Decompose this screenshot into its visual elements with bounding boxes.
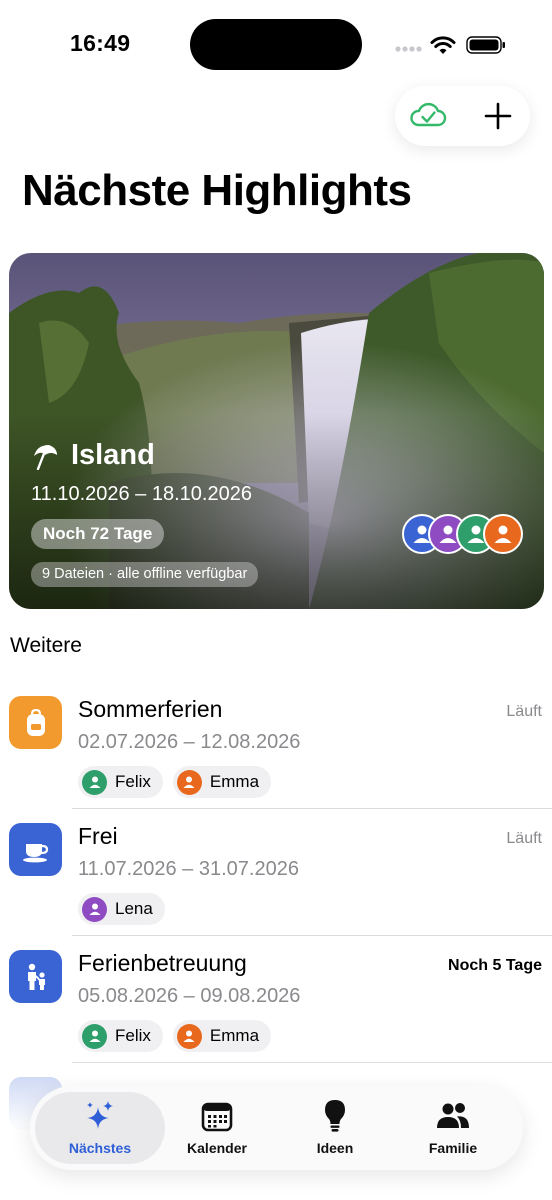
person-name: Felix: [115, 1026, 151, 1045]
avatar: [176, 1023, 202, 1049]
people-icon: [437, 1103, 469, 1128]
tab-label: Nächstes: [68, 1140, 132, 1156]
tab-label: Familie: [428, 1140, 478, 1156]
event-status: Noch 5 Tage: [448, 957, 542, 974]
featured-title-row: Island: [31, 439, 155, 472]
list-item[interactable]: Sommerferien 02.07.2026 – 12.08.2026 Läu…: [0, 682, 552, 809]
avatar: [483, 514, 523, 554]
tab-familie[interactable]: Familie: [394, 1086, 512, 1170]
beach-umbrella-icon: [34, 444, 57, 470]
status-bar: 16:49: [0, 0, 552, 90]
event-icon-tile: [9, 696, 62, 749]
participant-avatars[interactable]: [402, 514, 524, 554]
battery-icon: [466, 36, 505, 54]
person-chip[interactable]: Lena: [78, 893, 165, 925]
featured-trip-card[interactable]: Island 11.10.2026 – 18.10.2026 Noch 72 T…: [9, 253, 544, 609]
tab-label: Kalender: [187, 1140, 247, 1156]
dynamic-island: [190, 19, 362, 70]
person-icon: [89, 1030, 100, 1042]
event-dates: 11.07.2026 – 31.07.2026: [78, 858, 299, 880]
event-icon-tile: [9, 823, 62, 876]
avatar: [82, 896, 107, 922]
page-title: Nächste Highlights: [22, 166, 412, 215]
list-item[interactable]: Frei 11.07.2026 – 31.07.2026 Läuft Lena: [0, 809, 552, 936]
person-name: Lena: [115, 899, 153, 918]
person-icon: [494, 525, 512, 543]
tab-bar: Nächstes Kalender Ideen Familie: [30, 1086, 523, 1170]
event-title: Frei: [78, 823, 118, 849]
list-item[interactable]: Ferienbetreuung 05.08.2026 – 09.08.2026 …: [0, 936, 552, 1063]
event-status: Läuft: [506, 703, 542, 720]
tab-naechstes[interactable]: Nächstes: [41, 1086, 159, 1170]
signal-icon: [395, 46, 422, 52]
person-chip[interactable]: Felix: [78, 1020, 163, 1052]
lightbulb-icon: [325, 1100, 345, 1132]
avatar: [82, 1023, 107, 1049]
sparkles-icon: [87, 1101, 113, 1129]
files-status-badge: 9 Dateien · alle offline verfügbar: [31, 562, 259, 587]
tab-kalender[interactable]: Kalender: [158, 1086, 276, 1170]
event-icon-tile: [9, 950, 62, 1003]
event-dates: 02.07.2026 – 12.08.2026: [78, 731, 301, 753]
divider: [72, 1062, 552, 1063]
person-name: Emma: [209, 772, 260, 791]
person-chip[interactable]: Emma: [172, 766, 272, 798]
person-icon: [183, 776, 195, 788]
backpack-icon: [26, 708, 45, 736]
calendar-icon: [201, 1102, 233, 1132]
tab-label: Ideen: [316, 1140, 354, 1156]
person-icon: [89, 776, 100, 788]
event-dates: 05.08.2026 – 09.08.2026: [78, 985, 301, 1007]
person-name: Emma: [209, 1026, 260, 1045]
person-chip[interactable]: Emma: [172, 1020, 272, 1052]
participants: Felix Emma: [78, 766, 272, 798]
person-icon: [89, 903, 100, 915]
wifi-icon: [430, 36, 456, 54]
event-title: Ferienbetreuung: [78, 950, 247, 976]
avatar: [82, 769, 107, 795]
status-time: 16:49: [70, 30, 131, 56]
waterfall-photo: [9, 253, 544, 609]
featured-title: Island: [71, 439, 155, 471]
parent-child-icon: [27, 963, 45, 990]
top-actions: [395, 86, 530, 146]
add-icon[interactable]: [484, 102, 512, 130]
cloud-sync-icon[interactable]: [409, 100, 447, 130]
avatar: [176, 769, 202, 795]
cup-icon: [22, 843, 48, 862]
tab-ideen[interactable]: Ideen: [276, 1086, 394, 1170]
person-icon: [183, 1030, 195, 1042]
event-status: Läuft: [506, 830, 542, 847]
event-title: Sommerferien: [78, 696, 223, 722]
countdown-badge: Noch 72 Tage: [31, 519, 165, 549]
person-chip[interactable]: Felix: [78, 766, 163, 798]
section-title: Weitere: [10, 634, 82, 657]
featured-dates: 11.10.2026 – 18.10.2026: [31, 483, 252, 505]
participants: Felix Emma: [78, 1020, 272, 1052]
participants: Lena: [78, 893, 165, 925]
person-name: Felix: [115, 772, 151, 791]
